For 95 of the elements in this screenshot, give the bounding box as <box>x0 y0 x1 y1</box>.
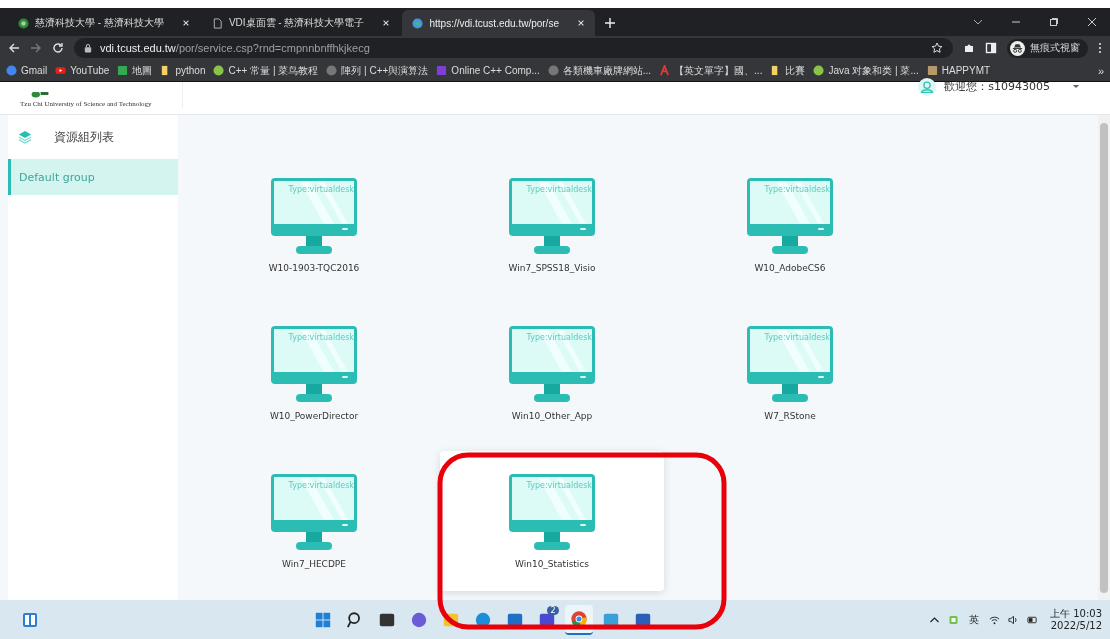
new-tab-icon[interactable] <box>604 18 615 28</box>
layers-icon <box>18 130 32 144</box>
type-label: Type:virtualdesk <box>764 185 830 194</box>
browser-tab[interactable]: https://vdi.tcust.edu.tw/por/se <box>402 10 595 36</box>
reload-icon[interactable] <box>52 42 64 54</box>
more-menu-icon[interactable] <box>1098 42 1102 54</box>
restore-icon[interactable] <box>1049 17 1059 27</box>
site-icon <box>813 65 825 76</box>
browser-tab[interactable]: 慈濟科技大學 - 慈濟科技大學 <box>8 10 200 36</box>
more-bookmarks-chevron[interactable]: » <box>1097 64 1104 77</box>
chevron-down-icon[interactable] <box>973 17 983 27</box>
site-icon <box>926 65 938 76</box>
monitor-icon <box>508 325 596 405</box>
desktop-name: W10_PowerDirector <box>269 411 359 421</box>
bookmark[interactable]: 【英文單字】國、... <box>659 63 763 78</box>
monitor-icon <box>746 325 834 405</box>
site-icon <box>55 65 67 76</box>
bookmark[interactable]: python <box>160 65 206 76</box>
bookmark[interactable]: YouTube <box>55 65 110 76</box>
close-icon[interactable] <box>576 19 585 27</box>
site-icon <box>547 65 559 76</box>
desktop-item[interactable]: Type:virtualdesk W10_PowerDirector <box>202 303 426 443</box>
bookmark[interactable]: C++ 常量 | 菜鸟教程 <box>213 63 319 78</box>
desktop-item[interactable]: Type:virtualdesk W7_RStone <box>678 303 902 443</box>
desktop-item[interactable]: Type:virtualdesk Win10_Other_App <box>440 303 664 443</box>
scrollbar[interactable] <box>1098 115 1110 600</box>
bookmark[interactable]: 陣列 | C++與演算法 <box>326 63 429 78</box>
input-method-indicator[interactable]: 英 <box>969 612 979 627</box>
site-icon <box>117 65 129 76</box>
site-icon <box>326 65 338 76</box>
incognito-profile-button[interactable]: 無痕式視窗 <box>1007 38 1088 58</box>
type-label: Type:virtualdesk <box>526 185 592 194</box>
desktop-item[interactable]: Type:virtualdesk Win7_SPSS18_Visio <box>440 155 664 295</box>
clock-date[interactable]: 2022/5/12 <box>1050 619 1102 632</box>
widgets-icon[interactable] <box>22 611 38 628</box>
site-icon <box>6 65 17 76</box>
type-label: Type:virtualdesk <box>526 333 592 342</box>
close-icon[interactable] <box>1087 17 1097 27</box>
desktop-card[interactable]: Type:virtualdesk Win10_Statistics <box>440 451 664 591</box>
monitor-icon <box>270 177 358 257</box>
chevron-up-icon[interactable] <box>929 614 940 625</box>
monitor-icon <box>508 473 596 553</box>
bookmark[interactable]: Gmail <box>6 65 48 76</box>
desktop-name: W10_AdobeCS6 <box>754 263 826 273</box>
desktop-name: Win7_SPSS18_Visio <box>508 263 596 273</box>
clock-time[interactable]: 上午 10:03 <box>1050 607 1102 620</box>
desktop-item[interactable]: Type:virtualdesk W10_AdobeCS6 <box>678 155 902 295</box>
leaf-logo-icon <box>18 17 29 29</box>
welcome-text: 歡迎您：s10943005 <box>944 79 1050 94</box>
monitor-icon <box>270 473 358 553</box>
incognito-icon <box>1010 40 1025 56</box>
desktop-name: Win10_Other_App <box>511 411 593 421</box>
globe-icon <box>412 17 424 29</box>
type-label: Type:virtualdesk <box>288 481 354 490</box>
sidebar-title: 資源組列表 <box>54 128 114 146</box>
type-label: Type:virtualdesk <box>288 185 354 194</box>
speaker-icon[interactable] <box>1008 614 1019 625</box>
notification-badge: 2 <box>547 605 559 615</box>
monitor-icon <box>270 325 358 405</box>
desktop-name: W10-1903-TQC2016 <box>268 263 360 273</box>
site-icon <box>436 65 448 76</box>
bookmark[interactable]: Online C++ Comp... <box>436 65 540 76</box>
back-arrow-icon[interactable] <box>8 42 20 54</box>
desktop-item[interactable]: Type:virtualdesk W10-1903-TQC2016 <box>202 155 426 295</box>
type-label: Type:virtualdesk <box>764 333 830 342</box>
bookmark[interactable]: 比賽 <box>770 63 806 78</box>
bookmark[interactable]: HAPPYMT <box>926 65 991 76</box>
chrome-icon <box>569 609 588 628</box>
start-icon <box>313 610 332 629</box>
user-icon <box>918 78 937 96</box>
type-label: Type:virtualdesk <box>526 481 592 490</box>
close-icon[interactable] <box>181 19 190 27</box>
taskbar-button[interactable]: 2 <box>532 604 561 635</box>
monitor-icon <box>508 177 596 257</box>
lock-icon <box>84 43 92 53</box>
close-icon[interactable] <box>382 19 391 27</box>
site-icon <box>213 65 225 76</box>
desktop-name: Win7_HECDPE <box>282 559 346 569</box>
battery-icon[interactable] <box>1027 614 1038 625</box>
caret-icon[interactable] <box>1072 84 1080 89</box>
address-bar[interactable]: vdi.tcust.edu.tw/por/service.csp?rnd=cmpnnbnffhkjkecg <box>74 38 953 58</box>
type-label: Type:virtualdesk <box>288 333 354 342</box>
site-icon <box>659 65 671 76</box>
side-panel-icon[interactable] <box>985 42 997 54</box>
star-icon[interactable] <box>931 42 943 54</box>
browser-tab[interactable]: VDI桌面雲 - 慈濟科技大學電子 <box>201 10 401 36</box>
desktop-name: Win10_Statistics <box>515 559 589 569</box>
desktop-name: W7_RStone <box>764 411 816 421</box>
desktop-item[interactable]: Type:virtualdesk Win7_HECDPE <box>202 451 426 591</box>
wifi-icon[interactable] <box>989 614 1000 625</box>
bookmark[interactable]: 地圖 <box>117 63 153 78</box>
bookmark[interactable]: 各類機車廠牌網站... <box>547 63 652 78</box>
bookmark[interactable]: Java 对象和类 | 菜... <box>813 63 919 78</box>
forward-arrow-icon[interactable] <box>30 42 42 54</box>
monitor-icon <box>746 177 834 257</box>
